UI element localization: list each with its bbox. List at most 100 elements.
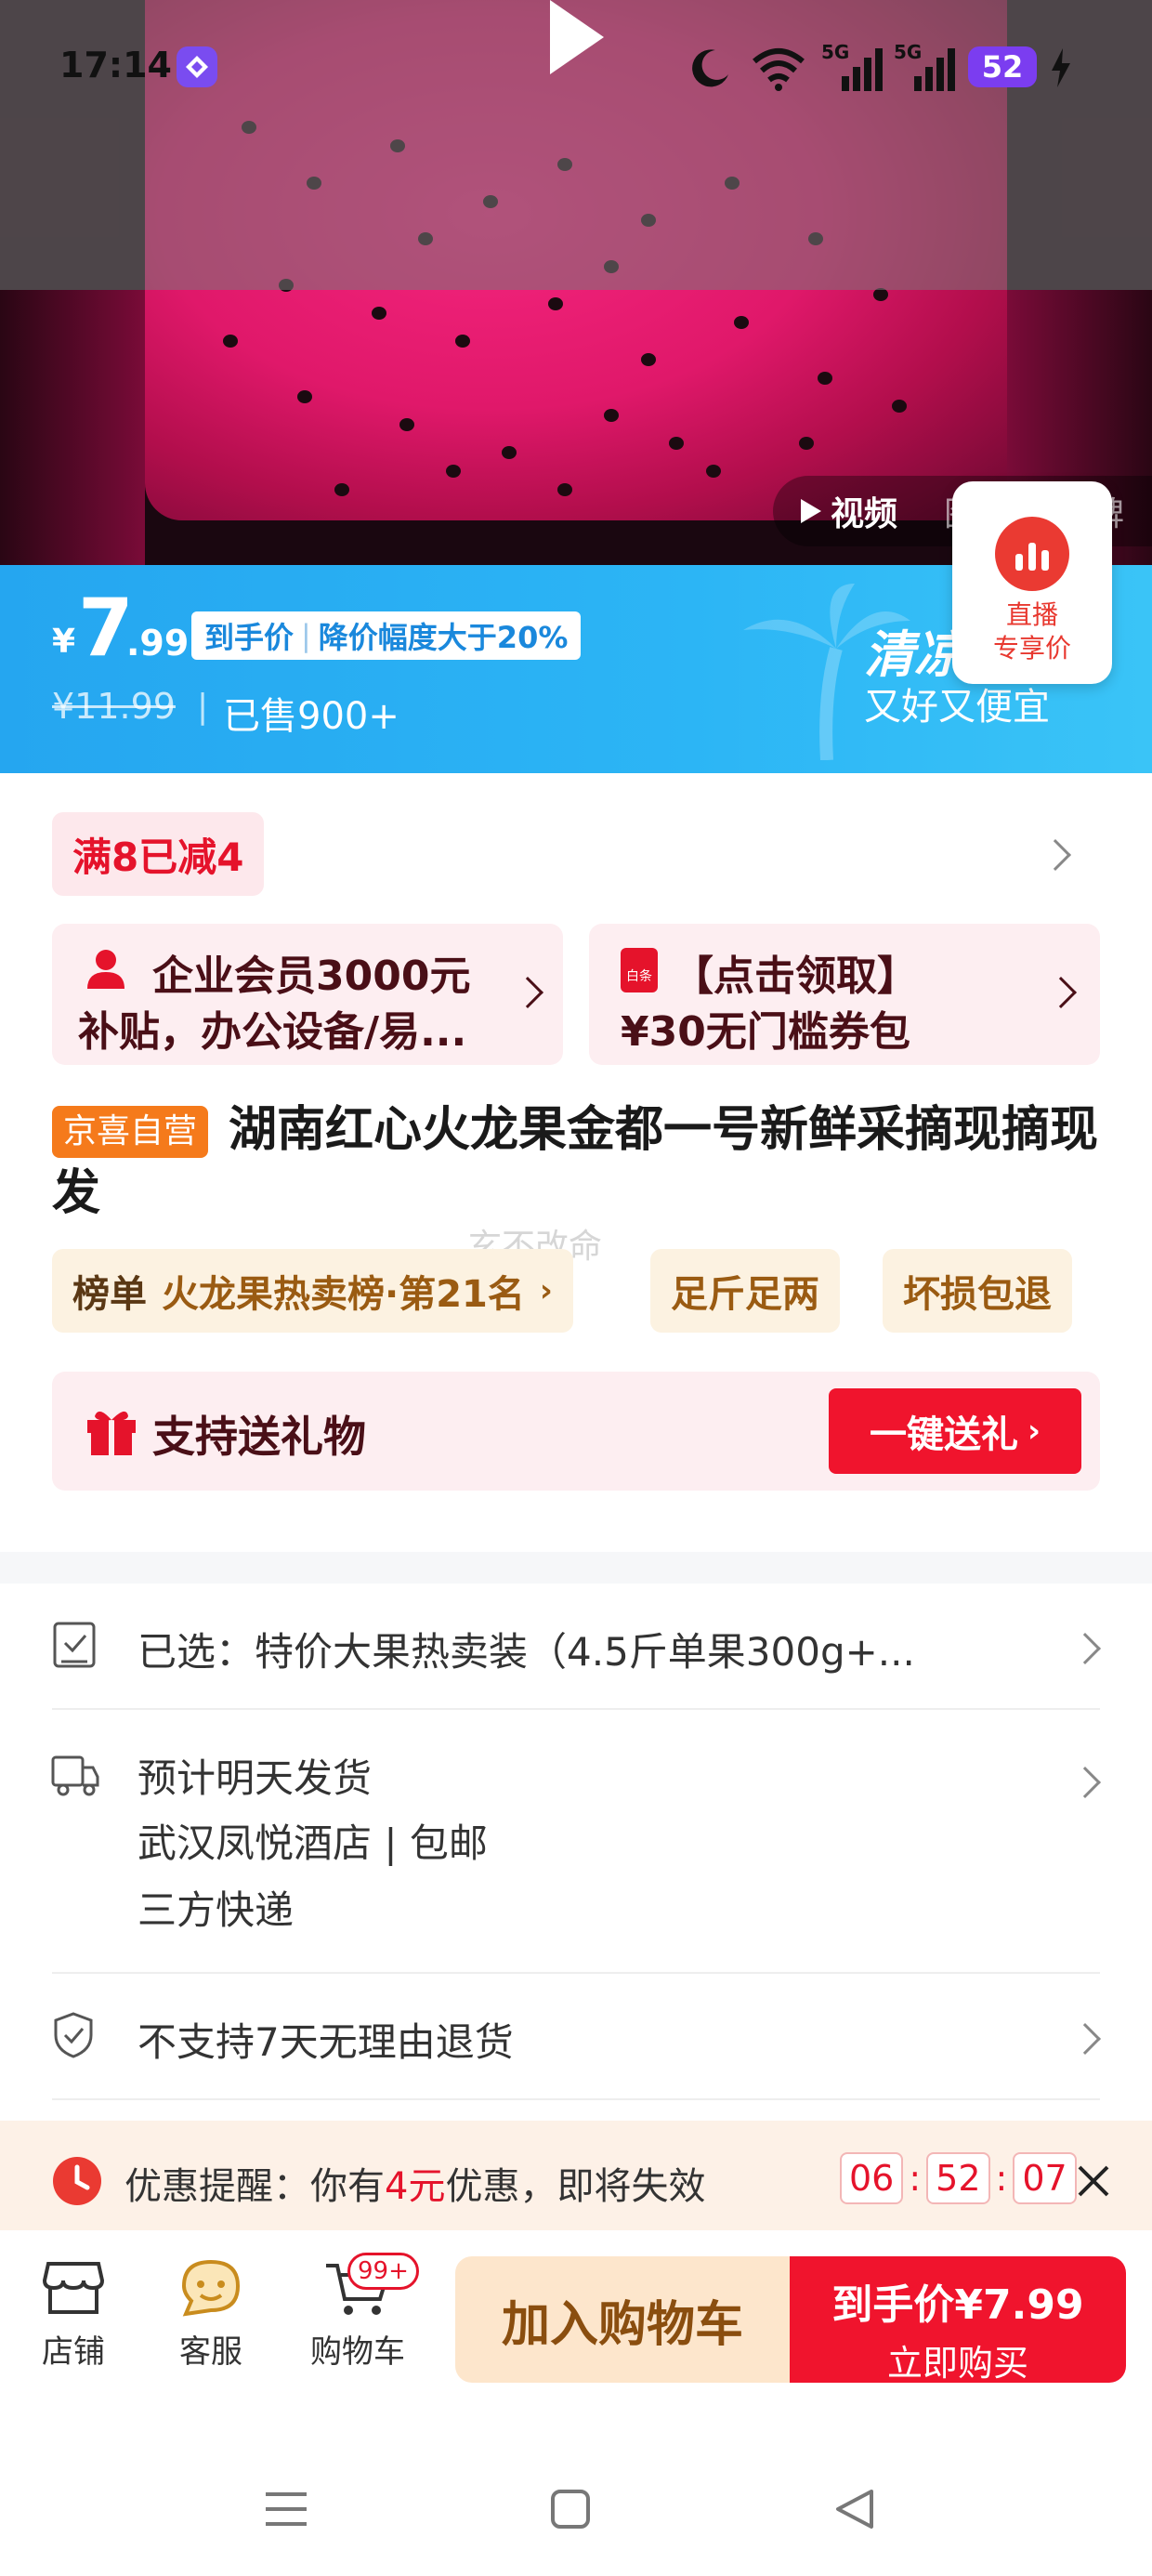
countdown-minutes: 52: [926, 2152, 990, 2204]
gift-label: 支持送礼物: [152, 1412, 366, 1462]
charging-icon: [1052, 48, 1070, 87]
play-small-icon: [800, 499, 821, 523]
store-icon: [42, 2262, 105, 2314]
tag-full-weight: 足斤足两: [650, 1249, 840, 1333]
fruit-seed: [669, 437, 684, 450]
original-price: ¥11.99: [52, 686, 176, 727]
gift-row: 支持送礼物 一键送礼 ›: [52, 1372, 1100, 1491]
coupon-baitiao-line2: ¥30无门槛券包: [621, 1008, 910, 1056]
fruit-seed: [604, 409, 619, 422]
shipping-estimate: 预计明天发货: [137, 1755, 373, 1801]
fruit-seed: [548, 297, 563, 310]
price-decimal: .99: [126, 623, 190, 664]
moon-icon: [692, 49, 728, 87]
fruit-seed: [399, 418, 414, 431]
status-bar: 17:14 5G 5G 52: [0, 37, 1152, 102]
back-icon[interactable]: [834, 2489, 875, 2530]
fruit-seed: [892, 400, 907, 413]
tab-video[interactable]: 视频: [800, 487, 897, 535]
price-divider: |: [197, 688, 209, 726]
signal-icon-2: 5G: [894, 41, 955, 91]
price-integer: 7: [78, 582, 134, 675]
coupon-enterprise[interactable]: 企业会员3000元 补贴，办公设备/易...: [52, 924, 563, 1065]
status-time: 17:14: [59, 45, 172, 85]
menu-icon[interactable]: [264, 2491, 308, 2528]
chevron-right-icon: [1069, 2023, 1101, 2055]
shield-icon: [54, 2012, 93, 2058]
fruit-seed: [502, 446, 517, 459]
fruit-seed: [734, 316, 749, 329]
fruit-seed: [372, 307, 386, 320]
chevron-right-icon: ›: [1027, 1413, 1041, 1450]
coupon-baitiao[interactable]: 白条 【点击领取】 ¥30无门槛券包: [589, 924, 1100, 1065]
discount-chip[interactable]: 满8已减4: [52, 812, 265, 896]
wifi-icon: [753, 48, 805, 91]
fruit-seed: [446, 465, 461, 478]
fruit-seed: [818, 372, 832, 385]
fruit-seed: [873, 288, 888, 301]
selection-text: 已选：特价大果热卖装（4.5斤单果300g+...: [137, 1629, 915, 1675]
user-icon: [87, 950, 124, 989]
signal-icon-1: 5G: [821, 41, 883, 91]
product-title: 湖南红心火龙果金都一号新鲜采摘现摘现发: [52, 1102, 1099, 1221]
chevron-right-icon: [1045, 977, 1077, 1008]
gift-icon: [87, 1411, 136, 1455]
coupon-enterprise-line1: 企业会员3000元: [152, 953, 471, 1000]
chevron-right-icon[interactable]: [1040, 839, 1071, 871]
countdown-timer: 06 : 52 : 07: [840, 2152, 1077, 2204]
price-currency: ¥: [52, 623, 76, 661]
store-button[interactable]: 店铺: [33, 2258, 113, 2372]
bottom-action-bar: 店铺 客服 购物车 99+ 加入购物车 到手价¥7.99 立即购买: [0, 2230, 1152, 2416]
selection-icon: [53, 1622, 96, 1668]
fruit-seed: [455, 335, 470, 348]
fruit-seed: [334, 483, 349, 496]
fruit-seed: [706, 465, 721, 478]
selection-row[interactable]: 已选：特价大果热卖装（4.5斤单果300g+...: [0, 1584, 1152, 1706]
shipping-address: 武汉凤悦酒店 | 包邮: [137, 1820, 488, 1866]
fruit-seed: [799, 437, 814, 450]
tag-damage-refund: 坏损包退: [883, 1249, 1072, 1333]
rank-tag[interactable]: 榜单 火龙果热卖榜·第21名 ›: [52, 1249, 573, 1333]
countdown-hours: 06: [840, 2152, 904, 2204]
divider: [52, 2098, 1100, 2100]
send-gift-button[interactable]: 一键送礼 ›: [829, 1388, 1081, 1474]
countdown-seconds: 07: [1013, 2152, 1077, 2204]
returns-row[interactable]: 不支持7天无理由退货: [0, 1974, 1152, 2098]
system-nav-bar: [0, 2416, 1152, 2576]
fruit-seed: [557, 483, 572, 496]
section-separator: [0, 1552, 1152, 1584]
battery-indicator: 52: [968, 46, 1037, 87]
coupon-enterprise-line2: 补贴，办公设备/易...: [78, 1008, 467, 1056]
sold-count: 已售900+: [223, 695, 399, 738]
coupon-baitiao-line1: 【点击领取】: [673, 953, 918, 1000]
fruit-seed: [297, 390, 312, 403]
clock-icon: [53, 2157, 101, 2205]
add-to-cart-button[interactable]: 加入购物车: [455, 2256, 790, 2383]
customer-service-button[interactable]: 客服: [171, 2258, 251, 2372]
video-edge-left: [0, 290, 145, 565]
shipping-row[interactable]: 预计明天发货 武汉凤悦酒店 | 包邮 三方快递: [0, 1710, 1152, 1972]
live-icon: [995, 517, 1069, 591]
chevron-right-icon: [1069, 1767, 1101, 1798]
chevron-right-icon: [1069, 1633, 1101, 1664]
fruit-seed: [641, 353, 656, 366]
chevron-right-icon: [512, 977, 543, 1008]
reminder-text: 优惠提醒：你有4元优惠，即将失效: [124, 2165, 706, 2208]
cart-count-badge: 99+: [347, 2253, 419, 2290]
home-icon[interactable]: [550, 2489, 591, 2530]
live-stream-badge[interactable]: 直播 专享价: [952, 481, 1112, 684]
fruit-seed: [223, 335, 238, 348]
cart-button[interactable]: 购物车 99+: [303, 2253, 419, 2372]
service-icon: [181, 2259, 241, 2317]
discount-reminder-bar: 优惠提醒：你有4元优惠，即将失效 06 : 52 : 07: [0, 2121, 1152, 2238]
live-price-label: 专享价: [992, 633, 1071, 664]
buy-now-button[interactable]: 到手价¥7.99 立即购买: [790, 2256, 1126, 2384]
close-icon[interactable]: [1076, 2163, 1111, 2199]
live-label: 直播: [1005, 599, 1058, 630]
shipping-carrier: 三方快递: [137, 1887, 295, 1933]
baitiao-icon: 白条: [621, 948, 658, 992]
price-tag: 到手价 | 降价幅度大于20%: [191, 611, 582, 660]
chevron-right-icon: ›: [539, 1272, 553, 1309]
truck-icon: [51, 1755, 99, 1796]
promo-subtitle: 又好又便宜: [864, 686, 1050, 729]
